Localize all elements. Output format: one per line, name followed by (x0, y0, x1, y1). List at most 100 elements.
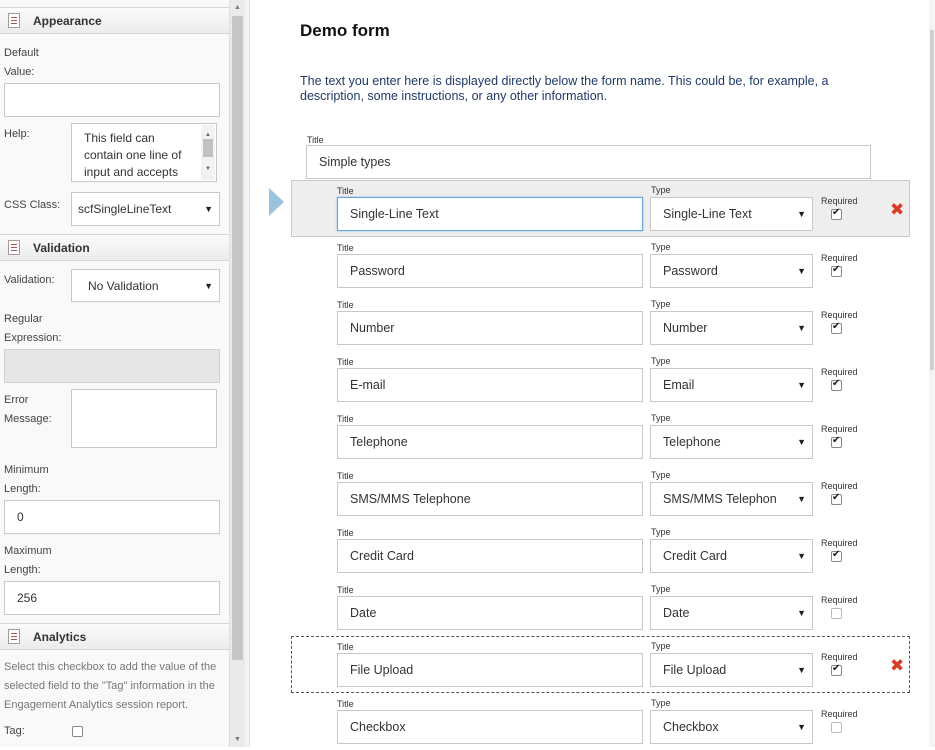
field-title-input[interactable]: Number (337, 311, 643, 345)
scroll-thumb[interactable] (203, 139, 213, 157)
field-type-select[interactable]: File Upload (650, 653, 813, 687)
field-required-checkbox[interactable] (831, 264, 842, 277)
field-row[interactable]: Title Type Required SMS/MMS Telephone SMS/MM… (251, 465, 935, 522)
default-value-label: Default (4, 47, 39, 59)
field-required-checkbox[interactable] (831, 207, 842, 220)
field-required-label: Required (821, 367, 858, 377)
panel-splitter[interactable] (245, 0, 250, 747)
field-required-checkbox[interactable] (831, 492, 842, 505)
properties-panel: Appearance Default Value: Help: This fie… (0, 0, 229, 747)
field-title-input[interactable]: File Upload (337, 653, 643, 687)
css-class-select[interactable]: scfSingleLineText (71, 192, 220, 226)
appearance-section-header[interactable]: Appearance (0, 7, 229, 34)
validation-section-header[interactable]: Validation (0, 234, 229, 261)
delete-x-icon[interactable]: ✖ (890, 657, 904, 674)
scroll-down-icon[interactable]: ▼ (201, 161, 215, 178)
field-type-select[interactable]: Telephone (650, 425, 813, 459)
max-length-label-2: Length: (4, 564, 41, 576)
field-type-select[interactable]: Date (650, 596, 813, 630)
field-required-checkbox[interactable] (831, 608, 842, 619)
field-type-select[interactable]: Email (650, 368, 813, 402)
field-title-input[interactable]: Credit Card (337, 539, 643, 573)
default-value-input[interactable] (4, 83, 220, 117)
css-class-label: CSS Class: (4, 199, 61, 211)
field-title-label: Title (337, 186, 354, 196)
regex-label: Regular (4, 313, 43, 325)
help-text: This field can contain one line of input… (84, 131, 182, 179)
field-title-label: Title (337, 699, 354, 709)
field-type-select[interactable]: Credit Card (650, 539, 813, 573)
scroll-down-icon[interactable]: ▼ (230, 733, 245, 747)
regex-label-2: Expression: (4, 332, 62, 344)
tag-checkbox[interactable] (72, 726, 83, 737)
field-required-label: Required (821, 196, 858, 206)
form-title: Demo form (300, 21, 390, 40)
validation-select[interactable]: No Validation (71, 269, 220, 302)
form-scrollbar[interactable] (929, 0, 935, 747)
field-title-input[interactable]: Telephone (337, 425, 643, 459)
scroll-thumb[interactable] (930, 30, 934, 370)
scroll-thumb[interactable] (232, 16, 243, 660)
field-title-input[interactable]: Date (337, 596, 643, 630)
document-icon (8, 240, 20, 255)
help-textarea[interactable]: This field can contain one line of input… (71, 123, 217, 182)
field-title-input[interactable]: Single-Line Text (337, 197, 643, 231)
field-row[interactable]: Title Type Required Telephone Telephone (251, 408, 935, 465)
analytics-section-header[interactable]: Analytics (0, 623, 229, 650)
field-title-label: Title (337, 471, 354, 481)
max-length-input[interactable]: 256 (4, 581, 220, 615)
validation-title: Validation (33, 241, 90, 255)
field-required-checkbox[interactable] (831, 663, 842, 676)
field-row[interactable]: Title Type Required Credit Card Credit Card (251, 522, 935, 579)
field-title-label: Title (337, 528, 354, 538)
default-value-label-2: Value: (4, 66, 35, 78)
field-row[interactable]: Title Type Required Number Number (251, 294, 935, 351)
properties-scrollbar[interactable]: ▲ ▼ (229, 0, 245, 747)
help-scrollbar[interactable]: ▲ ▼ (201, 125, 215, 180)
error-message-label: Error (4, 394, 29, 406)
document-icon (8, 13, 20, 28)
field-type-label: Type (651, 185, 671, 195)
min-length-input[interactable]: 0 (4, 500, 220, 534)
field-type-select[interactable]: Password (650, 254, 813, 288)
field-row[interactable]: Title Type Required Password Password (251, 237, 935, 294)
field-title-input[interactable]: E-mail (337, 368, 643, 402)
scroll-up-icon[interactable]: ▲ (230, 1, 245, 15)
delete-x-icon[interactable]: ✖ (890, 201, 904, 218)
regex-input[interactable] (4, 349, 220, 383)
tag-label: Tag: (4, 725, 25, 737)
form-description: The text you enter here is displayed dir… (300, 74, 829, 103)
field-row[interactable]: Title Type Required Single-Line Text Single-… (251, 180, 935, 237)
field-required-label: Required (821, 652, 858, 662)
field-required-label: Required (821, 538, 858, 548)
field-title-label: Title (337, 642, 354, 652)
field-type-label: Type (651, 527, 671, 537)
field-required-checkbox[interactable] (831, 435, 842, 448)
field-required-checkbox[interactable] (831, 321, 842, 334)
field-title-label: Title (337, 243, 354, 253)
field-row[interactable]: Title Type Required E-mail Email (251, 351, 935, 408)
field-required-label: Required (821, 310, 858, 320)
error-message-textarea[interactable] (71, 389, 217, 448)
field-required-label: Required (821, 424, 858, 434)
field-type-select[interactable]: Checkbox (650, 710, 813, 744)
field-type-select[interactable]: Single-Line Text (650, 197, 813, 231)
field-required-checkbox[interactable] (831, 378, 842, 391)
field-type-select[interactable]: Number (650, 311, 813, 345)
field-type-label: Type (651, 641, 671, 651)
field-type-label: Type (651, 242, 671, 252)
field-type-select[interactable]: SMS/MMS Telephon (650, 482, 813, 516)
field-row[interactable]: Title Type Required File UploadFile Upload ✖ (251, 636, 935, 693)
min-length-label-2: Length: (4, 483, 41, 495)
field-required-checkbox[interactable] (831, 722, 842, 733)
field-required-checkbox[interactable] (831, 549, 842, 562)
field-title-input[interactable]: Checkbox (337, 710, 643, 744)
field-row[interactable]: Title Type Required Date Date (251, 579, 935, 636)
field-title-label: Title (337, 414, 354, 424)
field-title-input[interactable]: Password (337, 254, 643, 288)
error-message-label-2: Message: (4, 413, 52, 425)
field-row[interactable]: Title Type Required Checkbox Checkbox (251, 693, 935, 750)
field-title-input[interactable]: SMS/MMS Telephone (337, 482, 643, 516)
min-length-label: Minimum (4, 464, 49, 476)
section-title-input[interactable]: Simple types (306, 145, 871, 179)
